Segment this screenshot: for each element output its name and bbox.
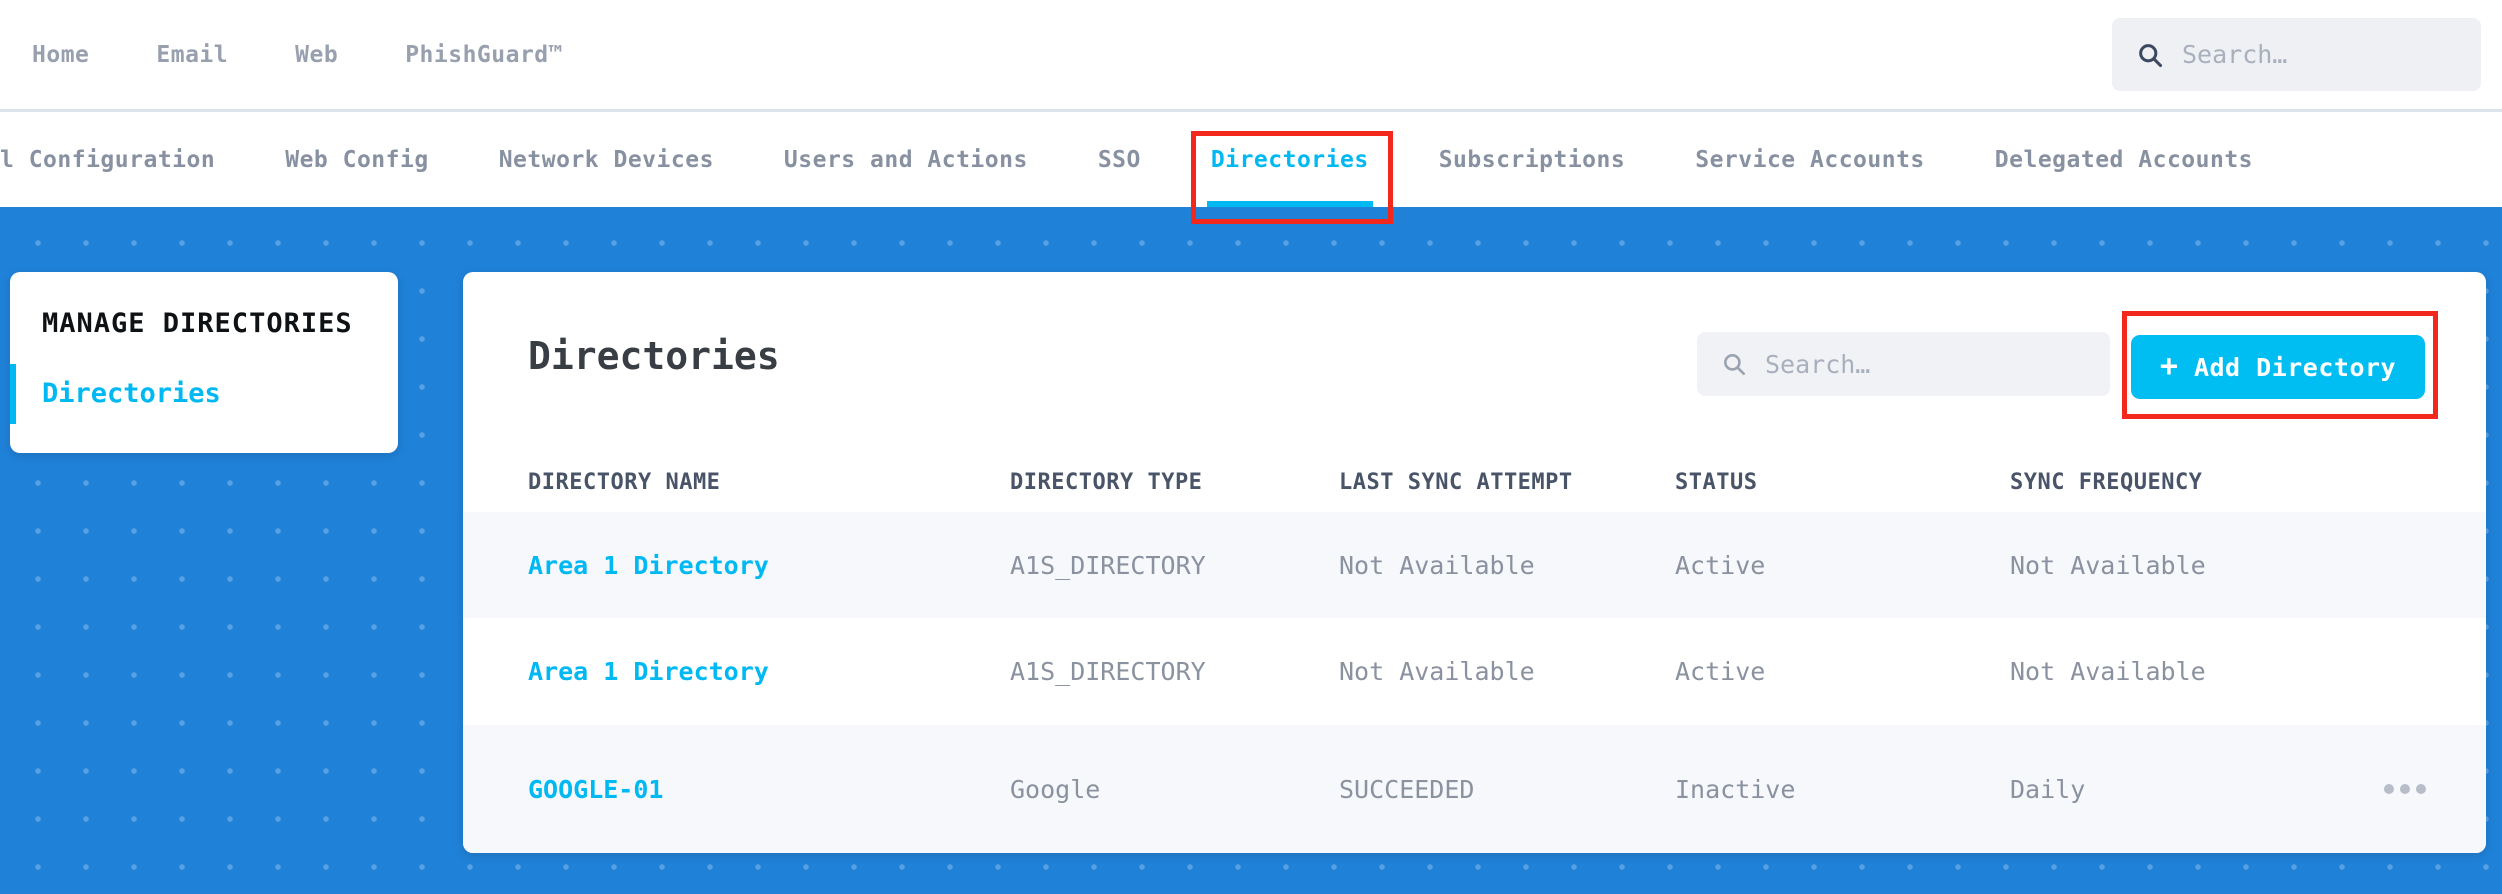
global-search-input[interactable]	[2182, 40, 2457, 69]
sidebar-card: MANAGE DIRECTORIES Directories	[10, 272, 398, 453]
directories-search-input[interactable]	[1765, 350, 2086, 379]
tab-sso[interactable]: SSO	[1098, 112, 1141, 207]
sync-frequency-cell: Not Available	[2010, 551, 2360, 580]
column-header-last-sync: LAST SYNC ATTEMPT	[1339, 470, 1675, 495]
primary-nav: Home Email Web PhishGuard™	[32, 0, 563, 110]
status-cell: Active	[1675, 551, 2010, 580]
column-header-status: STATUS	[1675, 470, 2010, 495]
search-icon	[2136, 41, 2164, 69]
tab-subscriptions[interactable]: Subscriptions	[1439, 112, 1626, 207]
global-search[interactable]	[2112, 18, 2481, 91]
tab-directories-label: Directories	[1211, 147, 1369, 173]
column-header-sync-frequency: SYNC FREQUENCY	[2010, 470, 2360, 495]
workspace-background: MANAGE DIRECTORIES Directories Directori…	[0, 207, 2502, 894]
table-row: Area 1 Directory A1S_DIRECTORY Not Avail…	[463, 618, 2486, 725]
top-bar: Home Email Web PhishGuard™	[0, 0, 2502, 110]
status-cell: Active	[1675, 657, 2010, 686]
directory-type-cell: A1S_DIRECTORY	[1010, 657, 1339, 686]
last-sync-cell: SUCCEEDED	[1339, 775, 1675, 804]
status-cell: Inactive	[1675, 775, 2010, 804]
settings-nav: l Configuration Web Config Network Devic…	[0, 112, 2502, 207]
directories-search[interactable]	[1697, 332, 2110, 396]
sidebar-title: MANAGE DIRECTORIES	[42, 308, 353, 339]
tab-service-accounts[interactable]: Service Accounts	[1695, 112, 1925, 207]
nav-item-home[interactable]: Home	[32, 42, 89, 68]
row-actions-button[interactable]	[2360, 774, 2426, 804]
page-title: Directories	[528, 334, 780, 378]
nav-item-web[interactable]: Web	[295, 42, 338, 68]
sidebar-item-directories[interactable]: Directories	[42, 378, 221, 409]
last-sync-cell: Not Available	[1339, 657, 1675, 686]
directory-type-cell: A1S_DIRECTORY	[1010, 551, 1339, 580]
tab-email-configuration[interactable]: l Configuration	[0, 112, 215, 207]
add-directory-label: Add Directory	[2194, 353, 2396, 382]
table-header: DIRECTORY NAME DIRECTORY TYPE LAST SYNC …	[463, 452, 2486, 512]
table-row: GOOGLE-01 Google SUCCEEDED Inactive Dail…	[463, 725, 2486, 853]
tab-network-devices[interactable]: Network Devices	[499, 112, 714, 207]
add-directory-button[interactable]: + Add Directory	[2131, 335, 2425, 399]
tab-users-and-actions[interactable]: Users and Actions	[784, 112, 1028, 207]
last-sync-cell: Not Available	[1339, 551, 1675, 580]
sync-frequency-cell: Not Available	[2010, 657, 2360, 686]
directories-page: Home Email Web PhishGuard™ l Configurati…	[0, 0, 2502, 894]
sync-frequency-cell: Daily	[2010, 775, 2360, 804]
plus-icon: +	[2160, 352, 2178, 382]
column-header-directory-name: DIRECTORY NAME	[528, 470, 1010, 495]
nav-item-email[interactable]: Email	[156, 42, 228, 68]
active-indicator	[10, 364, 16, 424]
directory-name-link[interactable]: GOOGLE-01	[528, 775, 1010, 804]
search-icon	[1721, 351, 1747, 377]
directory-name-link[interactable]: Area 1 Directory	[528, 551, 1010, 580]
tab-web-config[interactable]: Web Config	[285, 112, 428, 207]
column-header-directory-type: DIRECTORY TYPE	[1010, 470, 1339, 495]
tab-delegated-accounts[interactable]: Delegated Accounts	[1995, 112, 2253, 207]
ellipsis-icon	[2384, 784, 2426, 794]
directories-card: Directories + Add Directory DIRECTORY NA…	[463, 272, 2486, 853]
table-row: Area 1 Directory A1S_DIRECTORY Not Avail…	[463, 512, 2486, 618]
tab-directories[interactable]: Directories	[1211, 112, 1369, 207]
nav-item-phishguard[interactable]: PhishGuard™	[405, 42, 563, 68]
directory-type-cell: Google	[1010, 775, 1339, 804]
directory-name-link[interactable]: Area 1 Directory	[528, 657, 1010, 686]
